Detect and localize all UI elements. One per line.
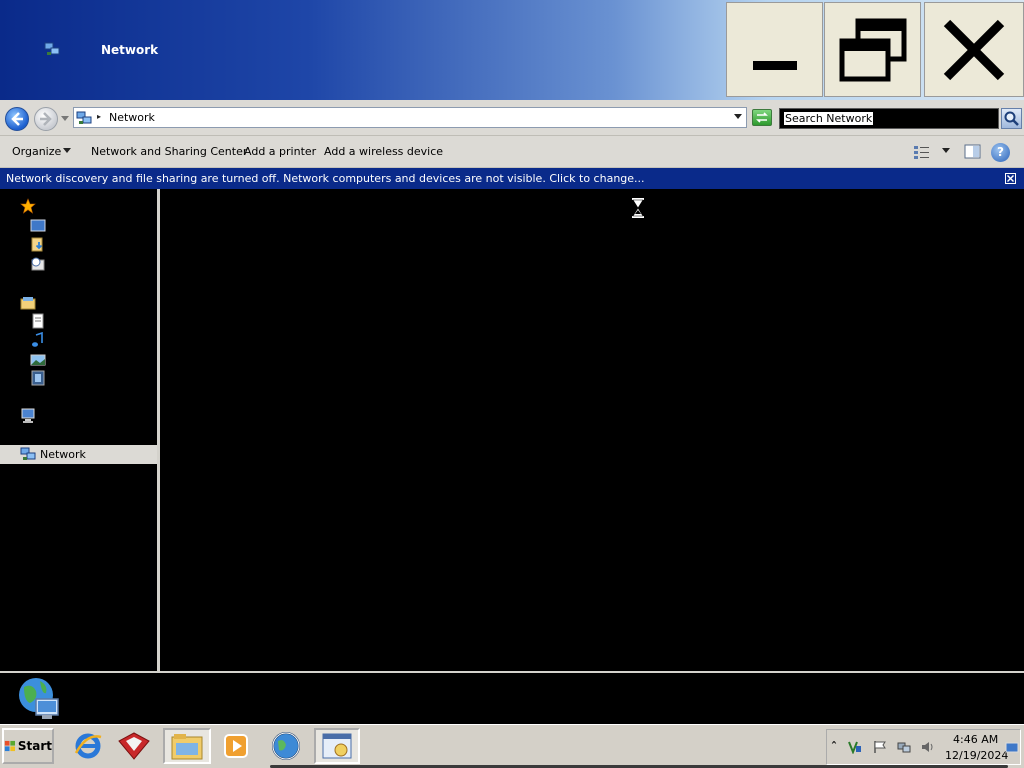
file-list-area[interactable] <box>160 189 1024 671</box>
info-bar[interactable]: Network discovery and file sharing are t… <box>0 168 1024 189</box>
network-globe-icon <box>19 678 59 719</box>
organize-button[interactable]: Organize <box>12 145 61 158</box>
vmware-tools-icon[interactable] <box>848 740 862 754</box>
media-player-icon[interactable] <box>216 728 256 764</box>
refresh-button[interactable] <box>752 109 772 126</box>
windows-explorer-icon[interactable] <box>163 728 211 764</box>
minimize-icon <box>752 60 797 70</box>
breadcrumb-network[interactable]: Network <box>109 111 155 124</box>
windows-flag-icon <box>4 740 16 752</box>
add-wireless-device-button[interactable]: Add a wireless device <box>324 145 443 158</box>
add-printer-button[interactable]: Add a printer <box>244 145 316 158</box>
clock-time[interactable]: 4:46 AM <box>953 733 998 746</box>
info-bar-message[interactable]: Network discovery and file sharing are t… <box>6 172 645 185</box>
hourglass-cursor-icon <box>632 198 644 218</box>
network-icon <box>76 111 92 124</box>
explorer-window: Network ▸ Network Search Network Organiz… <box>0 0 1024 768</box>
start-button[interactable]: Start <box>2 728 54 764</box>
view-dropdown-icon[interactable] <box>942 148 950 154</box>
forward-arrow-icon <box>40 112 52 126</box>
network-and-sharing-center-button[interactable]: Network and Sharing Center <box>91 145 247 158</box>
network-tray-icon[interactable] <box>897 740 911 754</box>
browser-icon[interactable] <box>266 728 306 764</box>
close-icon <box>943 19 1005 80</box>
restore-icon <box>839 18 906 81</box>
action-center-flag-icon[interactable] <box>873 740 887 754</box>
search-icon <box>1004 111 1019 126</box>
computer-icon[interactable] <box>20 408 36 424</box>
music-icon[interactable] <box>30 332 46 348</box>
folder-icon <box>171 734 203 760</box>
breadcrumb-arrow-icon[interactable]: ▸ <box>97 112 101 121</box>
address-bar[interactable]: ▸ Network <box>73 107 747 128</box>
play-icon <box>224 734 248 758</box>
command-bar: Organize Network and Sharing Center Add … <box>0 136 1024 168</box>
start-label: Start <box>17 739 52 753</box>
window-app-icon <box>322 733 352 759</box>
search-input-value: Search Network <box>784 112 874 125</box>
recent-places-icon[interactable] <box>30 256 46 272</box>
downloads-icon[interactable] <box>30 236 46 252</box>
search-input[interactable]: Search Network <box>779 108 999 129</box>
internet-explorer-icon-graphic <box>74 733 102 759</box>
tree-item-label: Network <box>40 448 86 461</box>
show-hidden-icons-icon[interactable]: ˆ <box>831 740 845 754</box>
program-icon[interactable] <box>314 728 360 764</box>
desktop-icon[interactable] <box>30 218 46 234</box>
preview-pane-icon[interactable] <box>964 144 982 160</box>
change-view-icon[interactable] <box>913 144 931 160</box>
app-icon[interactable] <box>114 728 154 764</box>
favorites-star-icon[interactable] <box>20 198 36 214</box>
close-button[interactable] <box>924 2 1024 97</box>
help-icon[interactable]: ? <box>991 143 1010 162</box>
globe-icon <box>272 732 300 760</box>
back-arrow-icon <box>11 112 23 126</box>
forward-button[interactable] <box>34 107 58 131</box>
organize-dropdown-icon[interactable] <box>63 148 71 154</box>
volume-icon[interactable] <box>921 740 935 754</box>
network-icon <box>44 42 60 55</box>
network-icon <box>20 447 36 460</box>
window-title: Network <box>101 43 159 57</box>
restore-button[interactable] <box>824 2 921 97</box>
pictures-icon[interactable] <box>30 352 46 368</box>
internet-explorer-icon[interactable] <box>68 728 108 764</box>
close-icon[interactable] <box>1005 173 1016 184</box>
libraries-icon[interactable] <box>20 295 36 311</box>
minimize-button[interactable] <box>726 2 823 97</box>
clock-date[interactable]: 12/19/2024 <box>945 749 1008 762</box>
search-button[interactable] <box>1001 108 1022 129</box>
details-pane <box>0 671 1024 724</box>
tree-item-network[interactable]: Network <box>0 445 157 464</box>
navigation-pane[interactable] <box>0 189 157 671</box>
show-desktop-icon[interactable] <box>1005 741 1019 755</box>
videos-icon[interactable] <box>30 370 46 386</box>
red-cube-icon <box>118 732 150 760</box>
back-button[interactable] <box>5 107 29 131</box>
refresh-icon <box>756 112 768 123</box>
address-dropdown-icon[interactable] <box>734 114 742 120</box>
documents-icon[interactable] <box>30 313 46 329</box>
recent-pages-dropdown-icon[interactable] <box>61 116 69 122</box>
